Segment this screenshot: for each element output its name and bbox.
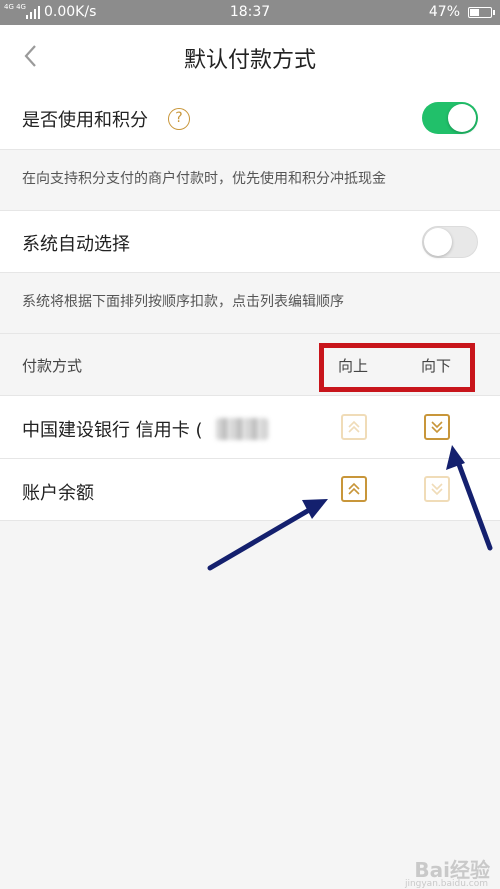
page-title: 默认付款方式 [183, 48, 316, 73]
battery-icon [468, 7, 495, 18]
move-down-button[interactable] [424, 414, 450, 440]
double-chevron-up-icon [348, 482, 360, 495]
double-chevron-down-icon [431, 421, 443, 434]
toggle-knob [424, 228, 452, 256]
points-toggle[interactable] [422, 102, 478, 134]
auto-select-label: 系统自动选择 [22, 234, 130, 255]
battery-level [470, 9, 479, 16]
watermark-url: jingyan.baidu.com [404, 879, 488, 889]
payment-item-name: 中国建设银行 信用卡 ( [22, 420, 203, 441]
auto-select-toggle[interactable] [422, 226, 478, 258]
points-hint: 在向支持积分支付的商户付款时，优先使用和积分冲抵现金 [22, 171, 386, 187]
move-up-button[interactable] [341, 476, 367, 502]
list-item[interactable]: 账户余额 [0, 459, 500, 521]
move-up-button[interactable] [341, 414, 367, 440]
payment-method-header: 付款方式 [22, 357, 83, 375]
payment-item-name: 账户余额 [22, 483, 94, 504]
question-circle-icon[interactable]: ? [168, 108, 190, 130]
status-bar: 4G 4G 0.00K/s 18:37 47% [0, 0, 500, 25]
auto-select-hint: 系统将根据下面排列按顺序扣款，点击列表编辑顺序 [22, 294, 344, 310]
battery-percent: 47% [428, 4, 460, 20]
double-chevron-down-icon [431, 483, 443, 496]
double-chevron-up-icon [348, 420, 360, 433]
highlight-box [319, 343, 475, 392]
toggle-knob [448, 104, 476, 132]
points-row: 是否使用和积分 ? [0, 87, 500, 150]
status-time: 18:37 [229, 4, 271, 20]
auto-select-row: 系统自动选择 [0, 210, 500, 273]
nav-bar: 默认付款方式 [0, 25, 500, 87]
move-down-button[interactable] [424, 476, 450, 502]
points-label: 是否使用和积分 [22, 110, 148, 131]
masked-card-number [216, 418, 268, 440]
